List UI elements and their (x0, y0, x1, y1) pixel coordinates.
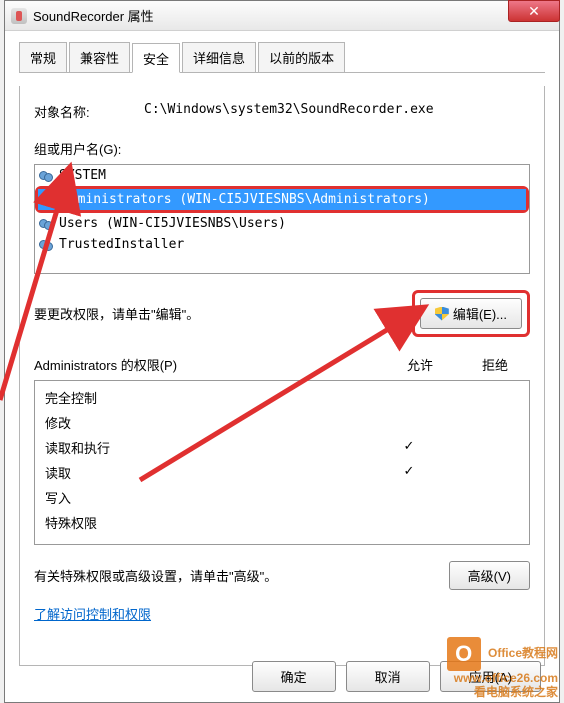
advanced-row: 有关特殊权限或高级设置，请单击"高级"。 高级(V) (34, 561, 530, 590)
advanced-button[interactable]: 高级(V) (449, 561, 530, 590)
learn-link[interactable]: 了解访问控制和权限 (34, 604, 151, 623)
perm-allow (369, 388, 449, 407)
perm-row: 完全控制 (45, 385, 519, 410)
perm-name: 完全控制 (45, 388, 369, 407)
edit-hint: 要更改权限，请单击"编辑"。 (34, 304, 412, 323)
perm-name: 写入 (45, 488, 369, 507)
apply-button[interactable]: 应用(A) (440, 661, 541, 692)
perm-deny (449, 388, 519, 407)
permissions-title: Administrators 的权限(P) (34, 355, 380, 374)
dialog-buttons: 确定 取消 应用(A) (252, 661, 541, 692)
properties-dialog: SoundRecorder 属性 ✕ 常规 兼容性 安全 详细信息 以前的版本 … (4, 0, 560, 703)
perm-allow (369, 413, 449, 432)
perm-row: 修改 (45, 410, 519, 435)
ok-button[interactable]: 确定 (252, 661, 336, 692)
perm-row: 写入 (45, 485, 519, 510)
perm-deny (449, 488, 519, 507)
permissions-header: Administrators 的权限(P) 允许 拒绝 (34, 355, 530, 374)
list-item-label: SYSTEM (59, 168, 106, 183)
list-item-label: Administrators (WIN-CI5JVIESNBS\Administ… (62, 192, 430, 207)
perm-row: 特殊权限 (45, 510, 519, 535)
object-name-row: 对象名称: C:\Windows\system32\SoundRecorder.… (34, 102, 530, 121)
object-name-label: 对象名称: (34, 102, 144, 121)
list-item-label: TrustedInstaller (59, 237, 184, 252)
object-path: C:\Windows\system32\SoundRecorder.exe (144, 102, 434, 121)
advanced-hint: 有关特殊权限或高级设置，请单击"高级"。 (34, 566, 449, 585)
perm-name: 读取和执行 (45, 438, 369, 457)
perm-name: 特殊权限 (45, 513, 369, 532)
tab-security[interactable]: 安全 (132, 43, 180, 73)
allow-header: 允许 (380, 355, 460, 374)
perm-deny (449, 513, 519, 532)
cancel-button[interactable]: 取消 (346, 661, 430, 692)
highlight-box-users: Administrators (WIN-CI5JVIESNBS\Administ… (35, 186, 529, 213)
permissions-listbox: 完全控制 修改 读取和执行 ✓ 读取 ✓ (34, 380, 530, 545)
edit-button-label: 编辑(E)... (453, 304, 507, 323)
edit-row: 要更改权限，请单击"编辑"。 编辑(E)... (34, 290, 530, 337)
list-item[interactable]: Users (WIN-CI5JVIESNBS\Users) (35, 213, 529, 234)
tab-general[interactable]: 常规 (19, 42, 67, 72)
groups-label: 组或用户名(G): (34, 139, 530, 158)
edit-button[interactable]: 编辑(E)... (420, 298, 522, 329)
perm-deny (449, 413, 519, 432)
tab-compatibility[interactable]: 兼容性 (69, 42, 130, 72)
advanced-button-label: 高级(V) (468, 566, 511, 585)
group-icon (39, 238, 55, 252)
highlight-box-edit: 编辑(E)... (412, 290, 530, 337)
tab-previous-versions[interactable]: 以前的版本 (258, 42, 345, 72)
perm-allow: ✓ (369, 463, 449, 482)
perm-allow: ✓ (369, 438, 449, 457)
perm-name: 修改 (45, 413, 369, 432)
list-item[interactable]: TrustedInstaller (35, 234, 529, 255)
deny-header: 拒绝 (460, 355, 530, 374)
group-icon (39, 169, 55, 183)
close-button[interactable]: ✕ (508, 0, 560, 22)
perm-allow (369, 488, 449, 507)
perm-allow (369, 513, 449, 532)
perm-row: 读取 ✓ (45, 460, 519, 485)
perm-deny (449, 438, 519, 457)
content-area: 常规 兼容性 安全 详细信息 以前的版本 对象名称: C:\Windows\sy… (5, 31, 559, 674)
perm-name: 读取 (45, 463, 369, 482)
perm-deny (449, 463, 519, 482)
close-icon: ✕ (528, 3, 540, 20)
security-tab-panel: 对象名称: C:\Windows\system32\SoundRecorder.… (19, 86, 545, 666)
groups-listbox[interactable]: SYSTEM Administrators (WIN-CI5JVIESNBS\A… (34, 164, 530, 274)
shield-icon (435, 307, 449, 321)
list-item-label: Users (WIN-CI5JVIESNBS\Users) (59, 216, 286, 231)
tab-details[interactable]: 详细信息 (182, 42, 256, 72)
group-icon (39, 217, 55, 231)
window-title: SoundRecorder 属性 (33, 6, 154, 25)
group-icon (42, 193, 58, 207)
tab-strip: 常规 兼容性 安全 详细信息 以前的版本 (19, 42, 545, 73)
perm-row: 读取和执行 ✓ (45, 435, 519, 460)
app-icon (11, 8, 27, 24)
titlebar: SoundRecorder 属性 ✕ (5, 1, 559, 31)
list-item[interactable]: SYSTEM (35, 165, 529, 186)
list-item[interactable]: Administrators (WIN-CI5JVIESNBS\Administ… (38, 189, 526, 210)
